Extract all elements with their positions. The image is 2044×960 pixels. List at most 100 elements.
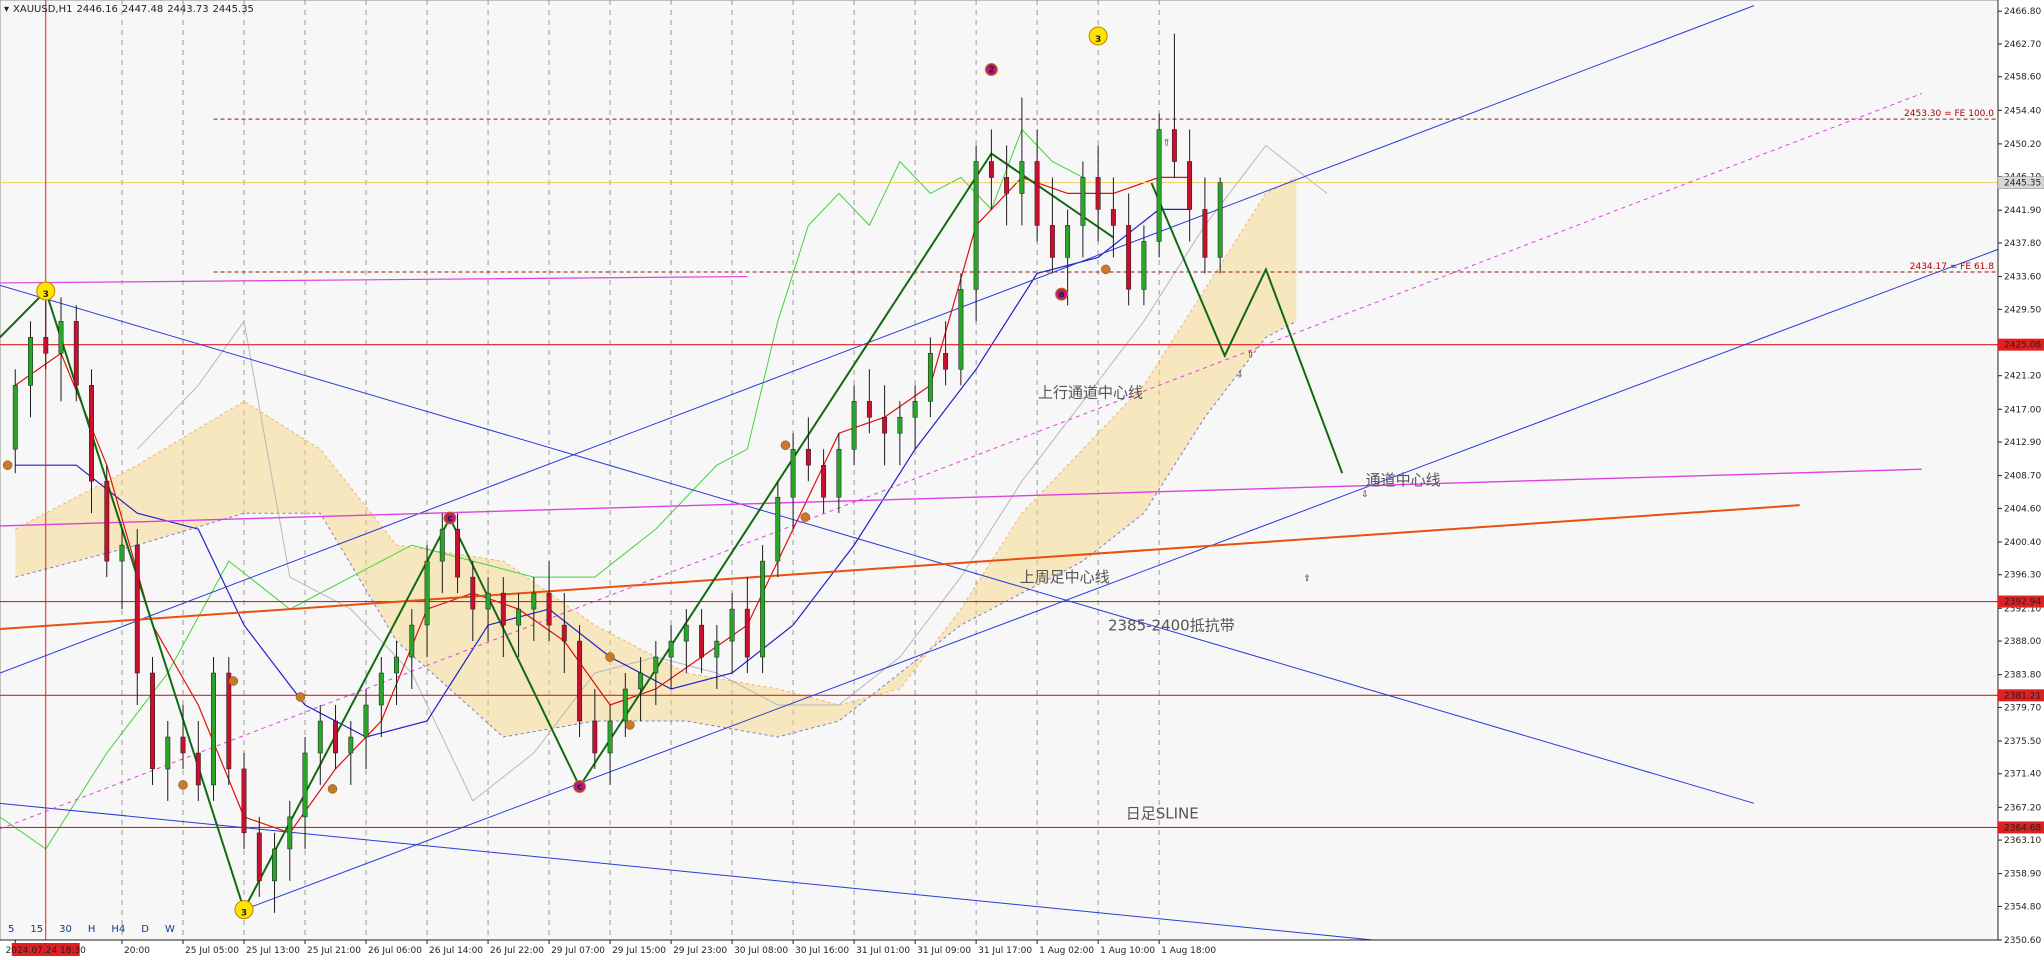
fractal-marker xyxy=(2,460,13,470)
candle-bullish xyxy=(287,816,293,850)
chart-annotation: 2385-2400抵抗带 xyxy=(1108,617,1235,635)
candle-bullish xyxy=(119,544,125,562)
candle-bullish xyxy=(622,688,628,722)
timeframe-m5[interactable]: 5 xyxy=(8,924,14,935)
ohlc-low: 2443.73 xyxy=(167,4,209,15)
price-tick-label: 2408.70 xyxy=(2004,472,2041,482)
fractal-marker xyxy=(625,720,635,730)
fractal-marker xyxy=(780,440,791,450)
time-tick-label: 31 Jul 09:00 xyxy=(917,946,971,956)
candle-bearish xyxy=(195,752,201,786)
candle-bearish xyxy=(882,416,888,434)
candle-bearish xyxy=(699,624,705,658)
timeframe-bar: 5 15 30 H H4 D W xyxy=(8,924,191,935)
candle-bullish xyxy=(485,592,491,610)
candle-bearish xyxy=(546,592,552,626)
candle-bearish xyxy=(1202,209,1208,258)
price-tick-label: 2400.40 xyxy=(2004,538,2041,548)
wave-marker-label: 3 xyxy=(241,909,247,919)
wave-marker-label: 3 xyxy=(1095,35,1101,45)
fractal-marker xyxy=(295,692,306,702)
candle-bullish xyxy=(211,672,216,786)
timeframe-h4[interactable]: H4 xyxy=(111,924,125,935)
candle-bullish xyxy=(12,385,18,450)
candle-bullish xyxy=(775,496,781,562)
time-tick-label: 29 Jul 07:00 xyxy=(551,946,605,956)
time-tick-label: 20:00 xyxy=(124,946,150,956)
time-tick-label: 26 Jul 22:00 xyxy=(490,946,544,956)
ohlc-high: 2447.48 xyxy=(121,4,164,15)
candle-bearish xyxy=(821,464,827,498)
time-tick-label: 1 Aug 18:00 xyxy=(1161,946,1216,956)
candle-bearish xyxy=(256,832,262,882)
candle-bearish xyxy=(333,720,338,754)
candle-bearish xyxy=(866,401,872,418)
price-chart[interactable]: 2453.30 = FE 100.02434.17 = FE 61.8 3332… xyxy=(0,0,2044,960)
candle-bearish xyxy=(1004,177,1010,194)
candle-bullish xyxy=(790,448,796,498)
timeframe-m15[interactable]: 15 xyxy=(30,924,43,935)
timeframe-m30[interactable]: 30 xyxy=(59,924,72,935)
time-tick-label: 31 Jul 17:00 xyxy=(978,946,1032,956)
arrow-marker: ⇧ xyxy=(1163,138,1171,148)
time-tick-label: 26 Jul 06:00 xyxy=(368,946,422,956)
candle-bearish xyxy=(744,608,750,658)
candle-bullish xyxy=(958,289,964,370)
candle-bearish xyxy=(73,321,79,386)
menu-triangle-icon[interactable]: ▾ xyxy=(4,4,9,15)
candle-bearish xyxy=(988,161,994,178)
candle-bearish xyxy=(1171,129,1177,162)
time-tick-label: 29 Jul 23:00 xyxy=(673,946,727,956)
candle-bullish xyxy=(272,848,277,882)
candle-bullish xyxy=(1156,129,1162,242)
time-tick-label: 25 Jul 05:00 xyxy=(185,946,239,956)
candle-bullish xyxy=(851,401,857,450)
candle-bullish xyxy=(378,672,384,706)
candle-bearish xyxy=(150,672,155,770)
candle-bearish xyxy=(455,528,461,578)
chart-annotation: 日足SLINE xyxy=(1126,805,1199,823)
candle-bullish xyxy=(1080,177,1086,226)
candle-bullish xyxy=(58,321,64,354)
candle-bullish xyxy=(317,720,323,754)
candle-bullish xyxy=(729,608,735,642)
price-tick-label: 2450.20 xyxy=(2004,140,2041,150)
candle-bearish xyxy=(43,337,49,354)
timeframe-w1[interactable]: W xyxy=(165,924,175,935)
candle-bullish xyxy=(683,624,689,642)
time-tick-label: 30 Jul 16:00 xyxy=(795,946,849,956)
time-tick-label: 25 Jul 13:00 xyxy=(246,946,300,956)
candle-bullish xyxy=(424,560,430,626)
wave-marker-label: 2 xyxy=(988,66,994,76)
ohlc-open: 2446.16 xyxy=(76,4,118,15)
chart-window[interactable]: 2453.30 = FE 100.02434.17 = FE 61.8 3332… xyxy=(0,0,2044,960)
candle-bearish xyxy=(470,576,476,610)
candle-bearish xyxy=(943,353,949,370)
price-tick-label: 2383.80 xyxy=(2004,671,2041,681)
price-tick-label: 2375.50 xyxy=(2004,737,2041,747)
candle-bullish xyxy=(1065,225,1071,258)
candle-bearish xyxy=(1034,161,1040,226)
fractal-marker xyxy=(800,512,811,522)
candle-bearish xyxy=(104,480,110,562)
price-tick-label: 2371.40 xyxy=(2004,770,2041,780)
chart-annotation: 上周足中心线 xyxy=(1020,568,1110,586)
candle-bullish xyxy=(760,560,766,658)
price-tick-label: 2388.00 xyxy=(2004,637,2041,647)
arrow-marker: ⇩ xyxy=(1361,490,1369,500)
wave-marker-label: c xyxy=(577,783,582,793)
timeframe-d1[interactable]: D xyxy=(141,924,149,935)
candle-bearish xyxy=(241,768,247,834)
time-tick-label: 26 Jul 14:00 xyxy=(429,946,483,956)
candle-bearish xyxy=(180,736,186,754)
fractal-marker xyxy=(605,652,615,662)
arrow-marker: ⇩ xyxy=(1236,370,1244,380)
current-price-badge-text: 2445.35 xyxy=(2004,179,2041,189)
candle-bullish xyxy=(439,528,445,562)
timeframe-h1[interactable]: H xyxy=(88,924,96,935)
chart-header: ▾ XAUUSD,H1 2446.16 2447.48 2443.73 2445.35 xyxy=(4,4,258,15)
candle-bearish xyxy=(1126,225,1132,290)
candle-bullish xyxy=(638,672,644,690)
arrow-marker: ⇧ xyxy=(1303,574,1311,584)
fractal-marker xyxy=(178,780,188,790)
